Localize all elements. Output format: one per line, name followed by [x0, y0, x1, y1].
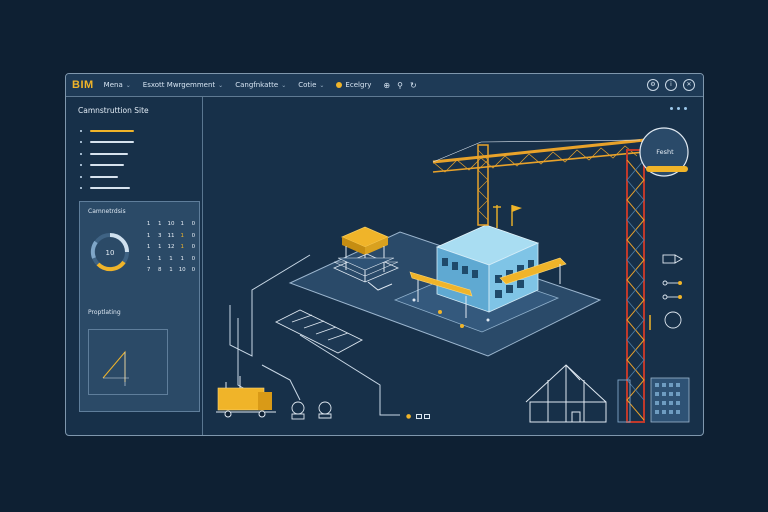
layer-item[interactable] — [80, 183, 134, 195]
calendar-cell[interactable]: 0 — [188, 256, 199, 262]
calendar-cell[interactable]: 1 — [177, 256, 188, 262]
calendar-cell[interactable]: 7 — [143, 267, 154, 273]
menu-bar: BIM Mena ⌄ Esxott Mwrgemment ⌄ Cangfnkatte… — [66, 74, 703, 97]
calendar-cell[interactable]: 10 — [165, 221, 176, 227]
pin-icon[interactable]: ⚲ — [397, 81, 403, 90]
layer-item[interactable] — [80, 171, 134, 183]
layer-list — [80, 125, 134, 194]
calendar-cell[interactable]: 1 — [177, 233, 188, 239]
calendar-cell[interactable]: 12 — [165, 244, 176, 250]
pin-icon[interactable]: ● — [406, 413, 411, 420]
chevron-down-icon: ⌄ — [125, 82, 131, 89]
chevron-down-icon: ⌄ — [218, 82, 224, 89]
gauge-chart: 10 — [90, 233, 129, 272]
square-icon[interactable] — [424, 414, 431, 419]
calendar-cell[interactable]: 1 — [165, 256, 176, 262]
progress-graph — [88, 329, 168, 395]
settings-icon[interactable]: ⚙ — [647, 79, 659, 91]
calendar-cell[interactable]: 11 — [165, 233, 176, 239]
app-logo: BIM — [72, 79, 94, 91]
chevron-down-icon: ⌄ — [281, 82, 287, 89]
callout-label: Fesht — [656, 148, 674, 156]
calendar-cell[interactable]: 1 — [177, 244, 188, 250]
layer-item[interactable] — [80, 137, 134, 149]
status-dot-icon — [336, 82, 343, 88]
window-controls: ⚙ i ✕ — [647, 79, 695, 91]
chevron-down-icon: ⌄ — [319, 82, 325, 89]
layer-item[interactable] — [80, 160, 134, 172]
calendar-cell[interactable]: 8 — [154, 267, 165, 273]
calendar-cell[interactable]: 1 — [154, 256, 165, 262]
crane-callout[interactable]: Fesht — [639, 127, 689, 177]
layer-item[interactable] — [80, 125, 134, 137]
sidebar: Camnstruttion Site Camnetrdsis 10 1 1 10 1 0… — [66, 97, 203, 435]
overview-panel: Camnetrdsis 10 1 1 10 1 0 1 3 11 1 0 1 1 12 1 0 1111… — [79, 201, 200, 412]
calendar-cell[interactable]: 1 — [165, 267, 176, 273]
calendar-cell[interactable]: 1 — [143, 233, 154, 239]
plus-icon[interactable]: ⊕ — [383, 81, 390, 90]
refresh-icon[interactable]: ↻ — [410, 81, 417, 90]
calendar-cell[interactable]: 1 — [143, 244, 154, 250]
overview-label: Camnetrdsis — [88, 208, 126, 215]
square-icon[interactable] — [416, 414, 423, 419]
site-title: Camnstruttion Site — [78, 106, 149, 115]
info-icon[interactable]: i — [665, 79, 677, 91]
calendar-cell[interactable]: 1 — [154, 221, 165, 227]
close-icon[interactable]: ✕ — [683, 79, 695, 91]
calendar-cell[interactable]: 0 — [188, 233, 199, 239]
calendar-cell[interactable]: 1 — [143, 221, 154, 227]
calendar-cell[interactable]: 0 — [188, 244, 199, 250]
more-options-icon[interactable] — [670, 107, 687, 110]
calendar-cell[interactable]: 0 — [188, 221, 199, 227]
menu-item-config[interactable]: Cangfnkatte ⌄ — [235, 81, 286, 89]
gauge-value: 10 — [106, 249, 115, 257]
calendar-cell[interactable]: 1 — [143, 256, 154, 262]
calendar-cell[interactable]: 10 — [177, 267, 188, 273]
energy-tool[interactable]: Ecelgry — [336, 81, 371, 89]
layer-item[interactable] — [80, 148, 134, 160]
calendar-cell[interactable]: 1 — [177, 221, 188, 227]
progress-label: Proptlating — [88, 309, 121, 316]
calendar-cell[interactable]: 0 — [188, 267, 199, 273]
menu-item-code[interactable]: Cotie ⌄ — [298, 81, 324, 89]
calendar-cell[interactable]: 1 — [154, 244, 165, 250]
calendar-grid: 1 1 10 1 0 1 3 11 1 0 1 1 12 1 0 11110 7 8 1 10 0 — [143, 221, 199, 273]
menu-item-main[interactable]: Mena ⌄ — [104, 81, 131, 89]
view-toolbar: ● — [406, 413, 431, 420]
calendar-cell[interactable]: 3 — [154, 233, 165, 239]
menu-item-management[interactable]: Esxott Mwrgemment ⌄ — [143, 81, 223, 89]
